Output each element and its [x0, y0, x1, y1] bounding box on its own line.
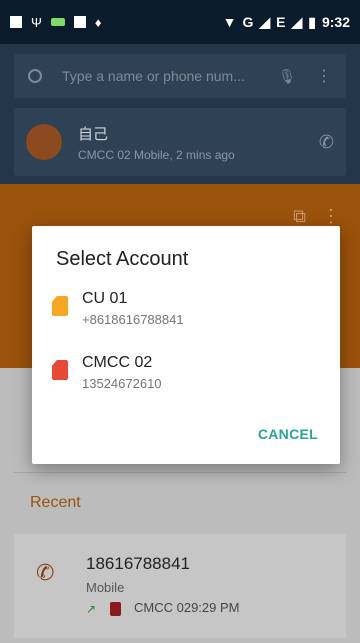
account-name: CMCC 02: [82, 354, 153, 371]
sim-card-icon: [52, 296, 68, 316]
network-label: G: [242, 14, 254, 30]
screenshot-icon: [10, 16, 22, 28]
sim-card-icon: [52, 360, 68, 380]
account-option-cu01[interactable]: CU 01 +8618616788841: [52, 284, 320, 336]
status-bar: Ψ ♦ ▼ G ◢ E ◢ ▮ 9:32: [0, 0, 360, 44]
network-label-2: E: [276, 14, 286, 30]
account-number: +8618616788841: [82, 312, 184, 327]
dialog-title: Select Account: [56, 248, 189, 270]
account-name: CU 01: [82, 290, 128, 307]
sim-icon: [73, 16, 86, 28]
battery-icon: ▮: [308, 13, 316, 30]
account-number: 13524672610: [82, 376, 162, 391]
signal-icon: ◢: [259, 13, 271, 30]
signal-icon-2: ◢: [291, 13, 303, 30]
clock: 9:32: [321, 14, 350, 30]
wifi-icon: ▼: [222, 14, 237, 30]
cancel-button[interactable]: CANCEL: [258, 426, 318, 442]
select-account-dialog: Select Account CU 01 +8618616788841 CMCC…: [32, 226, 340, 464]
usb-icon: Ψ: [31, 14, 42, 30]
debug-icon: ♦: [94, 14, 102, 30]
account-option-cmcc02[interactable]: CMCC 02 13524672610: [52, 348, 320, 400]
battery-charge-icon: [50, 18, 65, 26]
